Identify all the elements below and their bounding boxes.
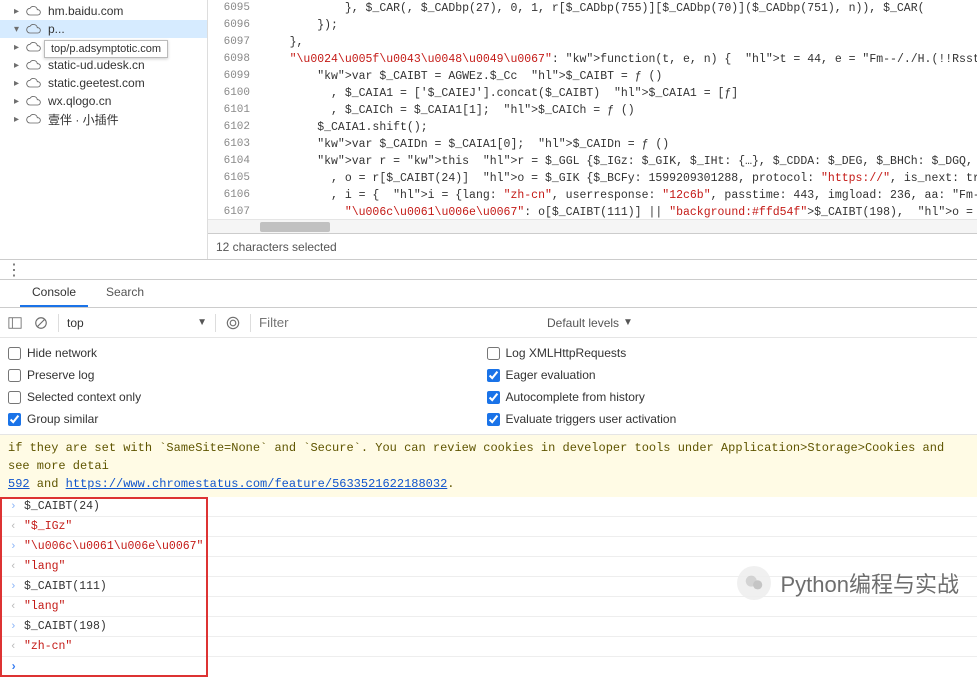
setting-right-3[interactable]: Evaluate triggers user activation <box>487 412 966 426</box>
watermark: Python编程与实战 <box>737 566 960 600</box>
console-line[interactable]: ‹"zh-cn" <box>0 637 977 657</box>
cloud-icon <box>26 95 42 107</box>
tree-item-label: static-ud.udesk.cn <box>48 58 145 72</box>
setting-label: Log XMLHttpRequests <box>506 346 627 360</box>
horizontal-scrollbar[interactable] <box>208 219 977 233</box>
setting-right-1[interactable]: Eager evaluation <box>487 368 966 382</box>
line-gutter: 6095609660976098609961006101610261036104… <box>208 0 258 219</box>
tree-item[interactable]: ▸static-ud.udesk.cn <box>0 56 207 74</box>
setting-right-0[interactable]: Log XMLHttpRequests <box>487 346 966 360</box>
checkbox[interactable] <box>487 347 500 360</box>
toggle-sidebar-icon[interactable] <box>6 314 24 332</box>
code-content[interactable]: }, $_CAR(, $_CADbp(27), 0, 1, r[$_CADbp(… <box>258 0 977 219</box>
drawer-tabs: Console Search <box>0 280 977 308</box>
tree-item-label: wx.qlogo.cn <box>48 94 111 108</box>
console-line[interactable]: ›$_CAIBT(198) <box>0 617 977 637</box>
checkbox[interactable] <box>8 391 21 404</box>
console-settings: Hide network Preserve log Selected context… <box>0 338 977 435</box>
cloud-icon <box>26 5 42 17</box>
tree-item-label: static.geetest.com <box>48 76 145 90</box>
live-expression-icon[interactable] <box>224 314 242 332</box>
setting-left-2[interactable]: Selected context only <box>8 390 487 404</box>
checkbox[interactable] <box>487 391 500 404</box>
tree-item[interactable]: ▾p... <box>0 20 207 38</box>
setting-label: Hide network <box>27 346 97 360</box>
tree-item-label: hm.baidu.com <box>48 4 123 18</box>
setting-right-2[interactable]: Autocomplete from history <box>487 390 966 404</box>
tree-item-label: 壹伴 · 小插件 <box>48 111 119 128</box>
setting-label: Group similar <box>27 412 98 426</box>
checkbox[interactable] <box>487 413 500 426</box>
cloud-icon <box>26 23 42 35</box>
tab-search[interactable]: Search <box>94 279 156 307</box>
console-line[interactable]: ›$_CAIBT(24) <box>0 497 977 517</box>
console-toolbar: top▼ Default levels▼ <box>0 308 977 338</box>
tree-item-label: p... <box>48 22 65 36</box>
cloud-icon <box>26 41 42 53</box>
cloud-icon <box>26 77 42 89</box>
console-prompt[interactable]: › <box>0 657 977 677</box>
tree-item[interactable]: ▸hm.baidu.com <box>0 2 207 20</box>
code-editor[interactable]: 6095609660976098609961006101610261036104… <box>208 0 977 259</box>
warning-link-chromestatus[interactable]: https://www.chromestatus.com/feature/563… <box>66 477 448 491</box>
context-selector[interactable]: top▼ <box>67 316 207 330</box>
checkbox[interactable] <box>8 347 21 360</box>
console-line[interactable]: ‹"$_IGz" <box>0 517 977 537</box>
checkbox[interactable] <box>8 413 21 426</box>
setting-label: Preserve log <box>27 368 94 382</box>
cloud-icon <box>26 113 42 125</box>
tab-console[interactable]: Console <box>20 279 88 307</box>
checkbox[interactable] <box>487 369 500 382</box>
warning-link-592[interactable]: 592 <box>8 477 30 491</box>
tree-item[interactable]: ▸壹伴 · 小插件 <box>0 110 207 128</box>
setting-label: Autocomplete from history <box>506 390 645 404</box>
setting-label: Selected context only <box>27 390 141 404</box>
console-line[interactable]: › "\u006c\u0061\u006e\u0067" <box>0 537 977 557</box>
wechat-icon <box>737 566 771 600</box>
drawer-handle[interactable]: ⋮ <box>0 260 977 280</box>
console-line[interactable]: ‹"lang" <box>0 597 977 617</box>
setting-left-1[interactable]: Preserve log <box>8 368 487 382</box>
setting-left-3[interactable]: Group similar <box>8 412 487 426</box>
setting-left-0[interactable]: Hide network <box>8 346 487 360</box>
editor-status: 12 characters selected <box>208 233 977 259</box>
checkbox[interactable] <box>8 369 21 382</box>
log-levels-selector[interactable]: Default levels▼ <box>547 316 633 330</box>
tree-tooltip: top/p.adsymptotic.com <box>44 40 168 58</box>
sources-tree[interactable]: ▸hm.baidu.com▾p...▸...▸static-ud.udesk.c… <box>0 0 208 259</box>
clear-console-icon[interactable] <box>32 314 50 332</box>
console-warning: if they are set with `SameSite=None` and… <box>0 435 977 497</box>
tree-item[interactable]: ▸static.geetest.com <box>0 74 207 92</box>
setting-label: Eager evaluation <box>506 368 596 382</box>
filter-input[interactable] <box>259 313 539 333</box>
cloud-icon <box>26 59 42 71</box>
tree-item[interactable]: ▸wx.qlogo.cn <box>0 92 207 110</box>
setting-label: Evaluate triggers user activation <box>506 412 677 426</box>
